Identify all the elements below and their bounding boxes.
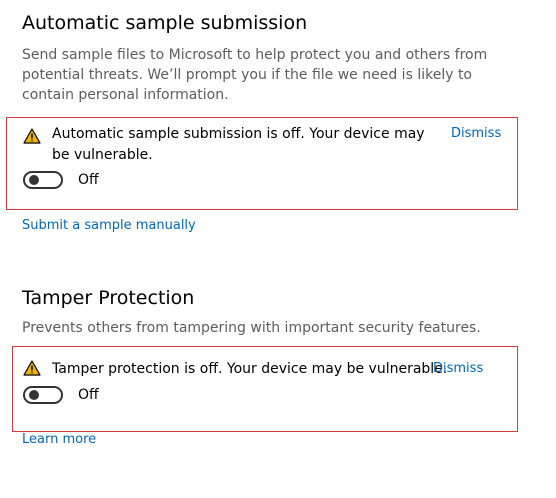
sample-submission-warning-box: Automatic sample submission is off. Your… (6, 117, 518, 210)
tamper-protection-toggle-state: Off (78, 387, 99, 403)
warning-icon (23, 360, 41, 376)
sample-submission-toggle[interactable] (23, 171, 63, 189)
sample-submission-toggle-state: Off (78, 172, 99, 188)
tamper-protection-warning-box: Tamper protection is off. Your device ma… (12, 346, 518, 432)
tamper-protection-toggle[interactable] (23, 386, 63, 404)
sample-submission-description: Send sample files to Microsoft to help p… (22, 47, 488, 103)
tamper-protection-description: Prevents others from tampering with impo… (22, 320, 481, 336)
warning-icon (23, 128, 41, 144)
sample-submission-dismiss-link[interactable]: Dismiss (451, 126, 501, 141)
tamper-protection-title: Tamper Protection (22, 287, 195, 309)
learn-more-link[interactable]: Learn more (22, 432, 96, 447)
toggle-knob (29, 390, 39, 400)
sample-submission-title: Automatic sample submission (22, 12, 308, 34)
toggle-knob (29, 175, 39, 185)
submit-sample-manually-link[interactable]: Submit a sample manually (22, 218, 196, 233)
sample-submission-warning-text: Automatic sample submission is off. Your… (52, 126, 425, 163)
tamper-protection-warning-text: Tamper protection is off. Your device ma… (52, 361, 448, 377)
tamper-protection-dismiss-link[interactable]: Dismiss (433, 361, 483, 376)
